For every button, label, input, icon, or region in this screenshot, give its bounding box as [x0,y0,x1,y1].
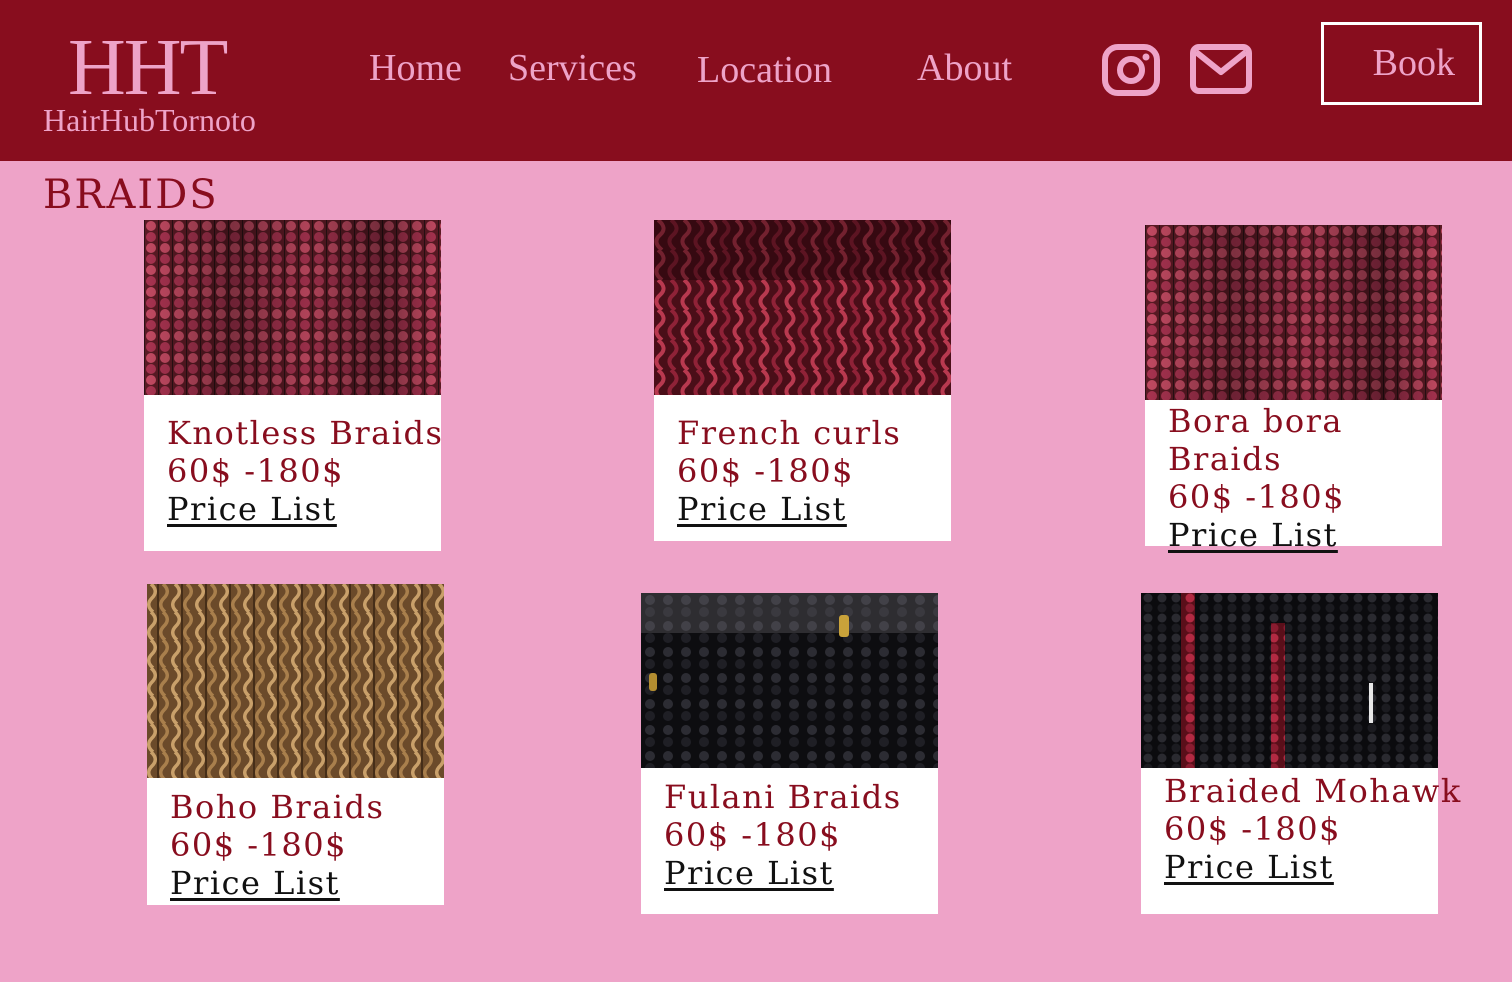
book-button[interactable]: Book [1321,22,1482,105]
service-info: Knotless Braids 60$ -180$ Price List [167,414,481,528]
service-photo [641,593,938,768]
service-info: Fulani Braids 60$ -180$ Price List [664,778,978,892]
nav-location[interactable]: Location [697,48,832,92]
price-list-link[interactable]: Price List [677,490,847,528]
logo-mark[interactable]: HHT [68,28,228,108]
section-title: BRAIDS [43,172,219,218]
mail-icon[interactable] [1190,44,1252,94]
service-card-braided-mohawk[interactable]: Braided Mohawk 60$ -180$ Price List [1141,593,1460,914]
instagram-icon[interactable] [1102,44,1160,96]
service-photo [1141,593,1438,768]
nav-home[interactable]: Home [369,46,462,90]
service-price: 60$ -180$ [677,452,854,490]
service-photo [144,220,441,395]
service-photo [147,584,444,778]
service-price: 60$ -180$ [170,826,347,864]
service-name: French curls [677,414,902,452]
logo-brand-name[interactable]: HairHubTornoto [43,102,256,138]
service-photo [654,220,951,395]
service-price: 60$ -180$ [1164,810,1341,848]
service-info: Boho Braids 60$ -180$ Price List [170,788,484,902]
nav-services[interactable]: Services [508,46,637,90]
price-list-link[interactable]: Price List [1168,516,1338,554]
service-name: Fulani Braids [664,778,902,816]
service-info: Bora bora Braids 60$ -180$ Price List [1168,402,1482,554]
service-price: 60$ -180$ [1168,478,1345,516]
service-name: Knotless Braids [167,414,444,452]
price-list-link[interactable]: Price List [170,864,340,902]
service-card-french-curls[interactable]: French curls 60$ -180$ Price List [654,220,951,541]
price-list-link[interactable]: Price List [664,854,834,892]
service-photo [1145,225,1442,400]
service-info: French curls 60$ -180$ Price List [677,414,991,528]
price-list-link[interactable]: Price List [1164,848,1334,886]
service-card-boho[interactable]: Boho Braids 60$ -180$ Price List [147,584,444,905]
service-name: Boho Braids [170,788,385,826]
nav-about[interactable]: About [917,46,1012,90]
book-button-label: Book [1372,42,1455,84]
site-header: HHT HairHubTornoto Home Services Locatio… [0,0,1512,161]
service-info: Braided Mohawk 60$ -180$ Price List [1164,772,1478,886]
service-price: 60$ -180$ [167,452,344,490]
service-card-bora-bora[interactable]: Bora bora Braids 60$ -180$ Price List [1145,225,1442,554]
service-name: Bora bora Braids [1168,402,1343,478]
service-name: Braided Mohawk [1164,772,1462,810]
service-card-knotless[interactable]: Knotless Braids 60$ -180$ Price List [144,220,442,551]
service-price: 60$ -180$ [664,816,841,854]
price-list-link[interactable]: Price List [167,490,337,528]
service-card-fulani[interactable]: Fulani Braids 60$ -180$ Price List [641,593,938,914]
